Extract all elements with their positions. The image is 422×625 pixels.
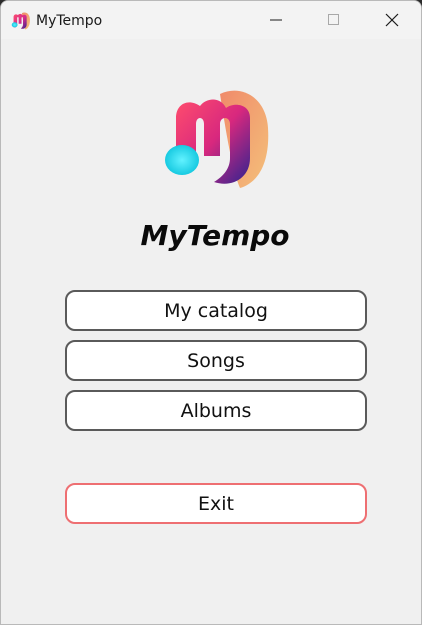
maximize-icon <box>328 14 339 25</box>
title-bar[interactable]: MyTempo <box>1 1 421 39</box>
app-window: MyTempo MyTempo My catalog Songs Albums … <box>0 0 422 625</box>
my-catalog-button[interactable]: My catalog <box>65 290 367 331</box>
mytempo-app-icon <box>11 12 30 30</box>
app-name-heading: MyTempo <box>140 219 290 252</box>
maximize-button[interactable] <box>311 1 357 39</box>
albums-button[interactable]: Albums <box>65 390 367 431</box>
close-icon <box>385 13 399 27</box>
mytempo-logo <box>165 90 269 188</box>
main-content: MyTempo My catalog Songs Albums Exit <box>1 39 421 624</box>
minimize-icon <box>270 19 282 21</box>
close-button[interactable] <box>369 1 415 39</box>
exit-button[interactable]: Exit <box>65 483 367 524</box>
minimize-button[interactable] <box>253 1 299 39</box>
window-title: MyTempo <box>36 13 103 29</box>
songs-button[interactable]: Songs <box>65 340 367 381</box>
